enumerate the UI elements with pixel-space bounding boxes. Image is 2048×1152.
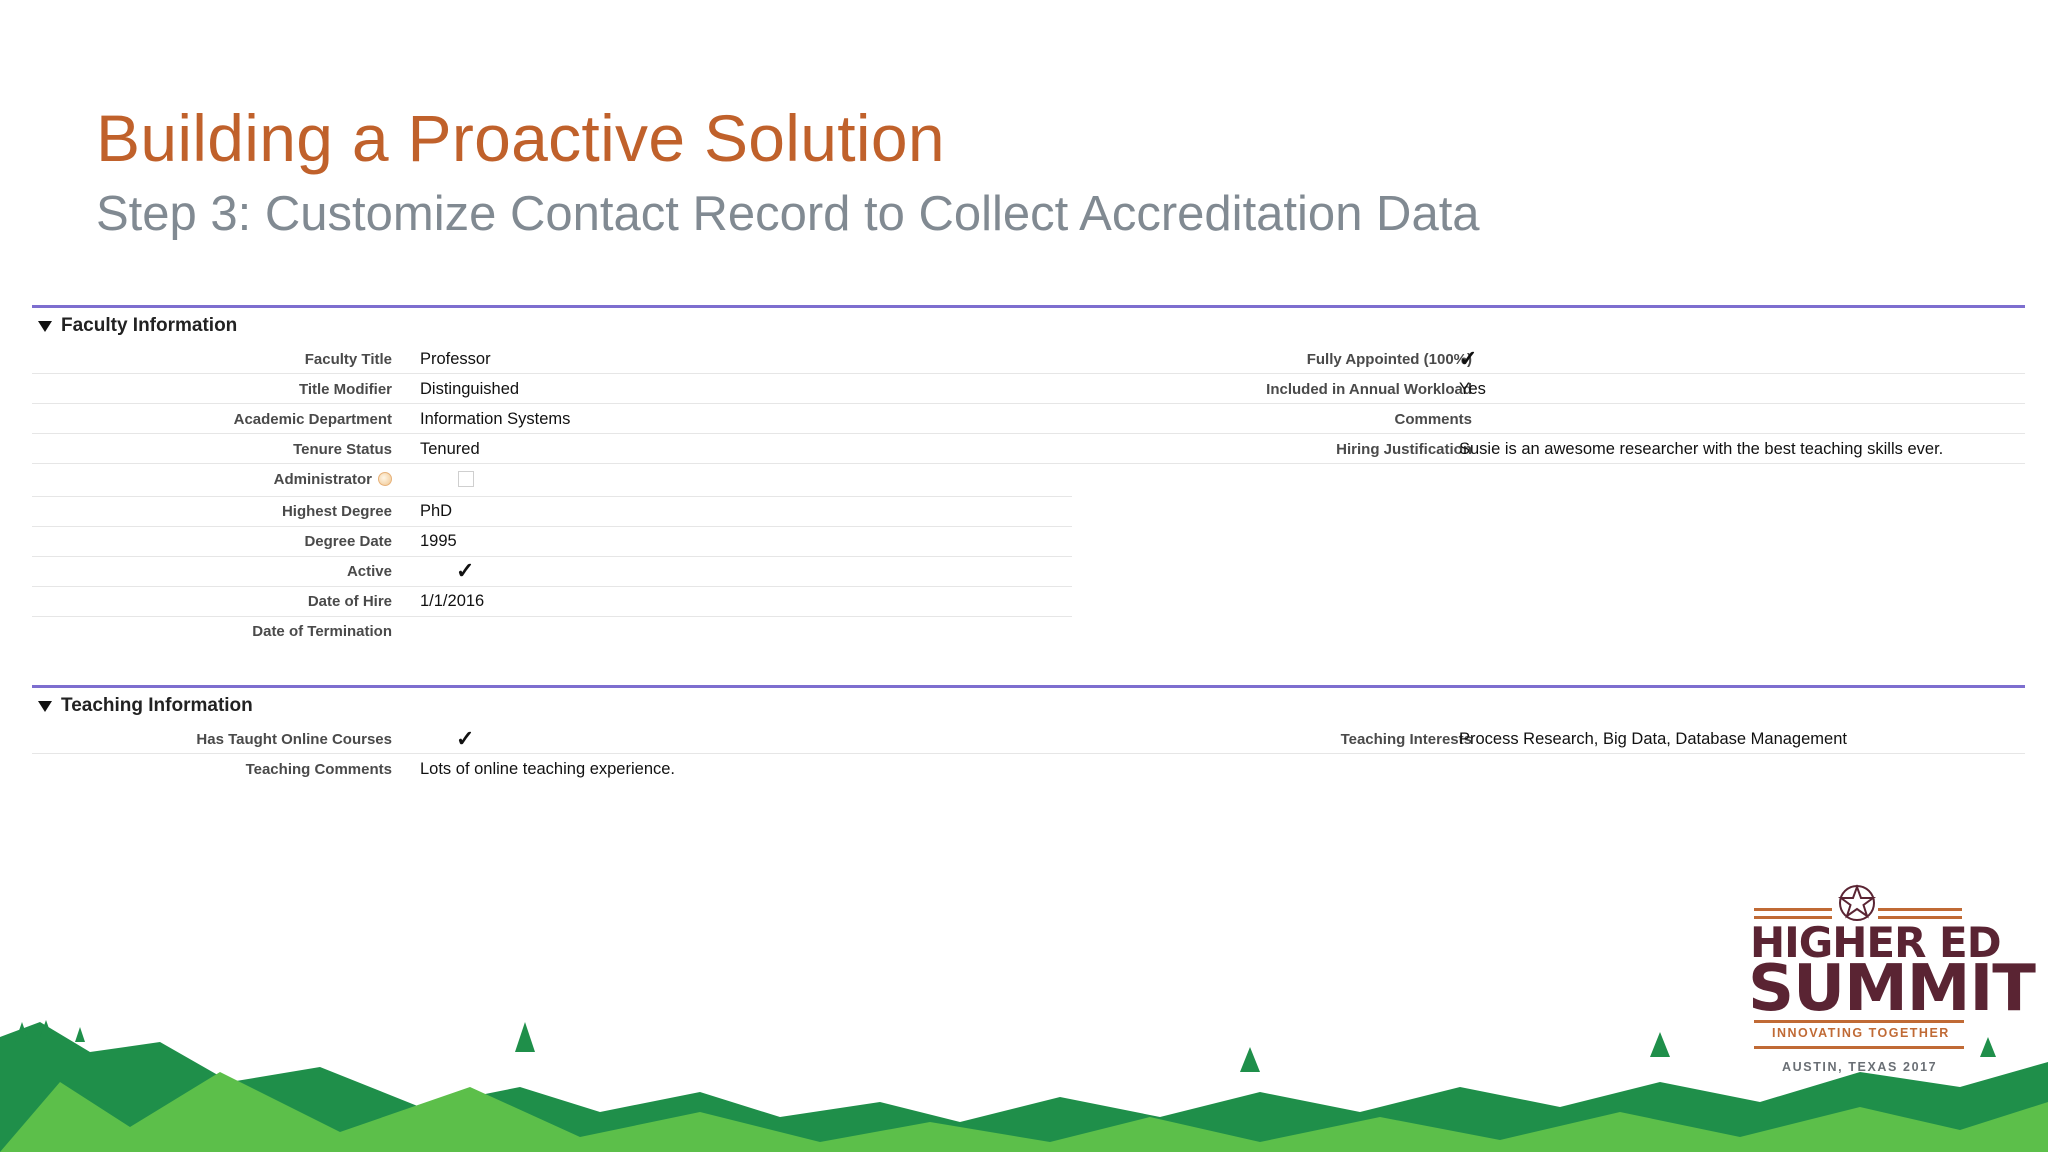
unchecked-box-icon bbox=[458, 471, 474, 487]
field-value: Professor bbox=[420, 349, 491, 368]
field-row: Active ✓ bbox=[32, 556, 2025, 587]
field-row: Teaching Comments Lots of online teachin… bbox=[32, 754, 2025, 784]
field-label: Date of Termination bbox=[252, 622, 392, 640]
administrator-label: Administrator bbox=[32, 464, 392, 494]
check-icon: ✓ bbox=[456, 726, 475, 751]
slide-title: Building a Proactive Solution bbox=[96, 101, 945, 175]
field-label: Included in Annual Workload bbox=[1266, 380, 1472, 398]
teaching-information-section: Teaching Information Has Taught Online C… bbox=[32, 685, 2025, 784]
field-row: Date of Hire 1/1/2016 bbox=[32, 586, 2025, 617]
field-label: Title Modifier bbox=[298, 380, 392, 398]
tree-icons bbox=[15, 1020, 1996, 1072]
field-label: Faculty Title bbox=[304, 350, 392, 368]
field-label: Highest Degree bbox=[281, 502, 392, 520]
triangle-down-icon[interactable] bbox=[38, 700, 52, 712]
field-value: 1995 bbox=[420, 531, 457, 550]
help-icon[interactable] bbox=[378, 472, 392, 486]
fully-appointed-checkbox: ✓ bbox=[1459, 344, 1477, 374]
higher-ed-summit-logo: HIGHER ED SUMMIT INNOVATING TOGETHER AUS… bbox=[1740, 880, 2036, 1080]
tree-icon bbox=[1240, 1047, 1260, 1072]
field-row: Faculty Title Professor Fully Appointed … bbox=[32, 344, 2025, 374]
faculty-information-section: Faculty Information Faculty Title Profes… bbox=[32, 305, 2025, 666]
field-label: Hiring Justification bbox=[1336, 440, 1472, 458]
field-row: Highest Degree PhD bbox=[32, 496, 2025, 527]
teaching-section-header[interactable]: Teaching Information bbox=[32, 688, 2025, 724]
logo-location: AUSTIN, TEXAS 2017 bbox=[1782, 1060, 1938, 1074]
field-label: Fully Appointed (100%) bbox=[1306, 350, 1472, 368]
field-value: Tenured bbox=[420, 439, 480, 458]
teaching-section-title: Teaching Information bbox=[61, 695, 253, 716]
slide-subtitle: Step 3: Customize Contact Record to Coll… bbox=[96, 187, 1480, 241]
field-label: Administrator bbox=[273, 470, 372, 488]
tree-icon bbox=[515, 1022, 535, 1052]
field-row: Administrator bbox=[32, 464, 2025, 497]
field-value: Process Research, Big Data, Database Man… bbox=[1459, 729, 1847, 748]
tree-icon bbox=[75, 1027, 85, 1042]
field-value: Distinguished bbox=[420, 379, 520, 398]
field-label: Academic Department bbox=[233, 410, 392, 428]
faculty-section-header[interactable]: Faculty Information bbox=[32, 308, 2025, 344]
field-label: Comments bbox=[1394, 410, 1472, 428]
field-label: Tenure Status bbox=[293, 440, 392, 458]
check-icon: ✓ bbox=[456, 558, 475, 583]
field-row: Degree Date 1995 bbox=[32, 526, 2025, 557]
field-row: Tenure Status Tenured Hiring Justificati… bbox=[32, 434, 2025, 464]
field-value: Susie is an awesome researcher with the … bbox=[1459, 439, 1944, 458]
administrator-checkbox bbox=[452, 464, 474, 494]
field-label: Active bbox=[346, 562, 392, 580]
field-label: Teaching Interests bbox=[1340, 730, 1472, 748]
has-taught-online-checkbox: ✓ bbox=[456, 724, 474, 754]
faculty-section-title: Faculty Information bbox=[61, 315, 238, 336]
tree-icon bbox=[1980, 1037, 1996, 1057]
field-value: Information Systems bbox=[420, 409, 571, 428]
tree-icon bbox=[1650, 1032, 1670, 1057]
field-row: Has Taught Online Courses ✓ Teaching Int… bbox=[32, 724, 2025, 754]
field-label: Teaching Comments bbox=[245, 760, 392, 778]
field-row: Academic Department Information Systems … bbox=[32, 404, 2025, 434]
active-checkbox: ✓ bbox=[456, 556, 474, 586]
field-row: Title Modifier Distinguished Included in… bbox=[32, 374, 2025, 404]
field-row: Date of Termination bbox=[32, 616, 2025, 666]
field-value: 1/1/2016 bbox=[420, 591, 485, 610]
contact-record-detail: Faculty Information Faculty Title Profes… bbox=[32, 305, 2025, 784]
field-value: Lots of online teaching experience. bbox=[420, 759, 676, 778]
check-icon: ✓ bbox=[1459, 346, 1478, 371]
field-value: Yes bbox=[1459, 379, 1486, 398]
field-value: PhD bbox=[420, 501, 453, 520]
field-label: Degree Date bbox=[304, 532, 392, 550]
logo-tagline: INNOVATING TOGETHER bbox=[1772, 1026, 1950, 1040]
logo-summit-text: SUMMIT bbox=[1748, 952, 2036, 1026]
field-label: Date of Hire bbox=[307, 592, 392, 610]
triangle-down-icon[interactable] bbox=[38, 320, 52, 332]
field-label: Has Taught Online Courses bbox=[196, 730, 392, 748]
